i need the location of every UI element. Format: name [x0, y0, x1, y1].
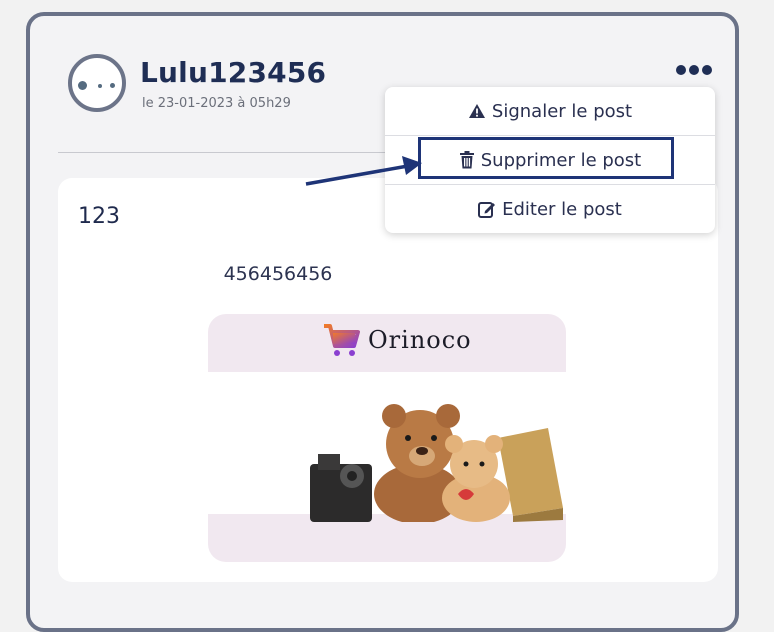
avatar-dot	[110, 83, 115, 88]
logo-text: Orinoco	[368, 326, 472, 354]
post-body: 456456456	[223, 263, 333, 285]
post-date: le 23-01-2023 à 05h29	[142, 96, 291, 111]
warning-icon	[468, 104, 485, 118]
pointer-arrow	[305, 156, 422, 186]
post-title: 123	[78, 204, 120, 229]
teddy-bear-picture	[310, 404, 563, 522]
avatar-dot	[98, 84, 102, 88]
more-horizontal-icon-dot	[702, 65, 712, 75]
report-post-label: Signaler le post	[491, 100, 633, 122]
delete-post-label: Supprimer le post	[480, 149, 642, 171]
post-author[interactable]: Lulu123456	[140, 56, 326, 89]
more-horizontal-icon	[676, 65, 686, 75]
post-content: 123 456456456 Orinoco	[58, 178, 718, 582]
edit-post-label: Editer le post	[502, 198, 622, 220]
avatar-dot	[78, 81, 87, 90]
more-options-button[interactable]	[676, 60, 718, 80]
cart-icon	[324, 324, 360, 356]
report-post-item[interactable]: Signaler le post	[385, 87, 715, 136]
avatar[interactable]	[68, 54, 126, 112]
post-image[interactable]: Orinoco	[208, 314, 566, 562]
delete-post-item[interactable]: Supprimer le post	[385, 136, 715, 185]
more-horizontal-icon-dot	[689, 65, 699, 75]
edit-post-item[interactable]: Editer le post	[385, 185, 715, 233]
edit-icon	[478, 202, 496, 218]
post-options-menu: Signaler le post Supprimer le post Edite…	[385, 87, 715, 233]
trash-icon	[459, 151, 474, 169]
